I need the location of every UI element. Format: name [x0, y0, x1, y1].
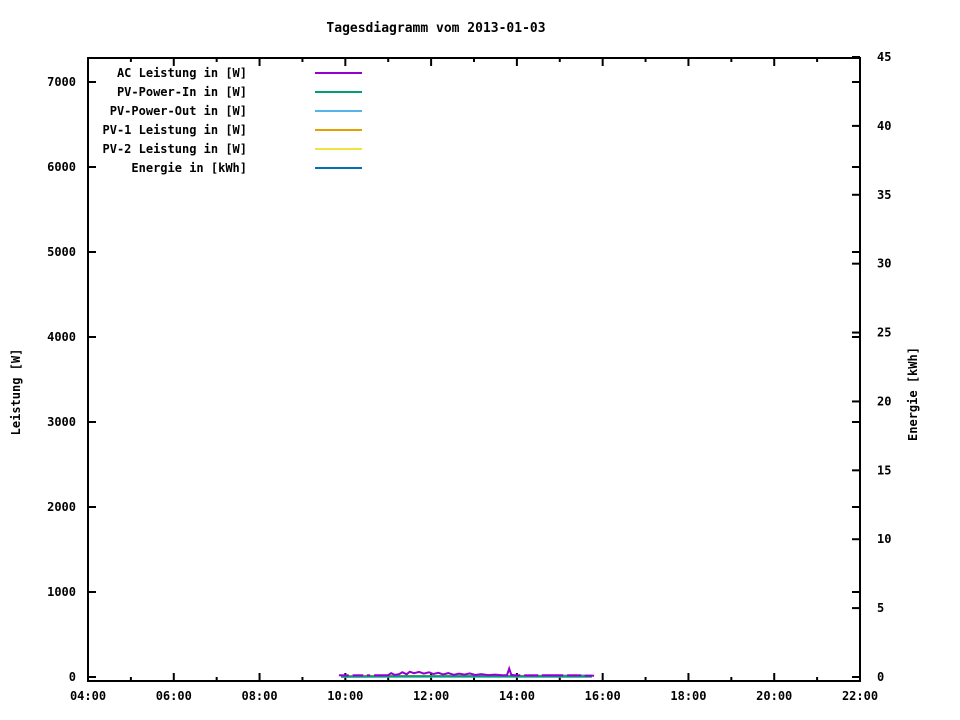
legend-label: PV-2 Leistung in [W] — [102, 141, 248, 156]
legend-line-swatch — [315, 128, 362, 131]
legend-row-1: PV-Power-In in [W] — [88, 82, 362, 101]
legend-label: PV-Power-In in [W] — [116, 84, 247, 99]
y2-tick-label: 35 — [877, 188, 891, 202]
y1-tick-label: 0 — [69, 670, 76, 684]
y2-tick-label: 40 — [877, 119, 891, 133]
y1-tick-label: 6000 — [47, 160, 76, 174]
legend-label: PV-Power-Out in [W] — [109, 103, 247, 118]
series-line-0 — [374, 665, 521, 677]
x-tick-label: 04:00 — [70, 689, 106, 703]
chart-canvas: Tagesdiagramm vom 2013-01-03 Leistung [W… — [0, 0, 960, 720]
x-tick-label: 14:00 — [499, 689, 535, 703]
y2-tick-label: 30 — [877, 257, 891, 271]
y2-tick-label: 0 — [877, 670, 884, 684]
x-tick-label: 08:00 — [241, 689, 277, 703]
x-tick-label: 18:00 — [670, 689, 706, 703]
y2-tick-label: 10 — [877, 532, 891, 546]
y1-tick-label: 3000 — [47, 415, 76, 429]
x-tick-label: 16:00 — [585, 689, 621, 703]
legend-line-swatch — [315, 90, 362, 93]
y2-tick-label: 45 — [877, 50, 891, 64]
x-tick-label: 20:00 — [756, 689, 792, 703]
legend-row-2: PV-Power-Out in [W] — [88, 101, 362, 120]
legend-line-swatch — [315, 147, 362, 150]
y2-tick-label: 20 — [877, 394, 891, 408]
legend-row-4: PV-2 Leistung in [W] — [88, 139, 362, 158]
legend-line-swatch — [315, 109, 362, 112]
x-tick-label: 10:00 — [327, 689, 363, 703]
y1-tick-label: 1000 — [47, 585, 76, 599]
y1-tick-label: 5000 — [47, 245, 76, 259]
y2-tick-label: 15 — [877, 463, 891, 477]
legend-line-swatch — [315, 71, 362, 74]
legend: AC Leistung in [W] PV-Power-In in [W] PV-P… — [88, 63, 362, 177]
legend-label: Energie in [kWh] — [131, 160, 247, 175]
x-tick-label: 06:00 — [156, 689, 192, 703]
y1-tick-label: 4000 — [47, 330, 76, 344]
legend-row-3: PV-1 Leistung in [W] — [88, 120, 362, 139]
y1-tick-label: 7000 — [47, 75, 76, 89]
y2-tick-label: 25 — [877, 326, 891, 340]
legend-line-swatch — [315, 166, 362, 169]
x-tick-label: 22:00 — [842, 689, 878, 703]
legend-label: PV-1 Leistung in [W] — [102, 122, 248, 137]
legend-label: AC Leistung in [W] — [116, 65, 247, 80]
y2-tick-label: 5 — [877, 601, 884, 615]
y1-tick-label: 2000 — [47, 500, 76, 514]
x-tick-label: 12:00 — [413, 689, 449, 703]
legend-row-5: Energie in [kWh] — [88, 158, 362, 177]
legend-row-0: AC Leistung in [W] — [88, 63, 362, 82]
